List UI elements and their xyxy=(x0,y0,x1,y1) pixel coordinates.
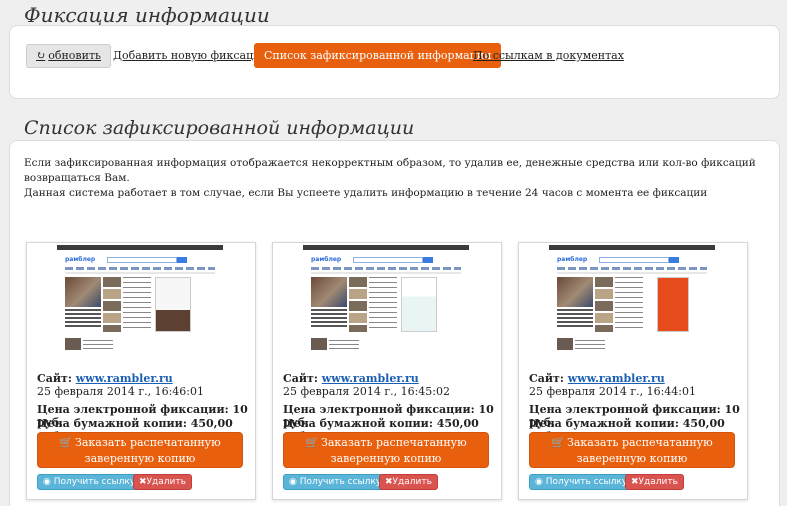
page-screenshot-thumbnail[interactable]: рамблер xyxy=(549,245,715,365)
close-icon: ✖ xyxy=(139,477,147,487)
document-links-link[interactable]: По ссылкам в документах xyxy=(473,49,624,62)
order-copy-button[interactable]: 🛒 Заказать распечатанную заверенную копию xyxy=(283,432,489,468)
close-icon: ✖ xyxy=(385,477,393,487)
list-panel: Если зафиксированная информация отобража… xyxy=(9,140,780,506)
page-screenshot-thumbnail[interactable]: рамблер xyxy=(57,245,223,365)
get-link-button[interactable]: ◉ Получить ссылку xyxy=(37,474,142,490)
get-link-button[interactable]: ◉ Получить ссылку xyxy=(529,474,634,490)
fixation-card: рамблер Сайт: www.rambler.ru 25 февраля … xyxy=(26,242,256,500)
delete-button[interactable]: ✖Удалить xyxy=(625,474,684,490)
eye-icon: ◉ xyxy=(289,477,297,487)
notice-text: Если зафиксированная информация отобража… xyxy=(24,157,756,199)
refresh-button[interactable]: ↻ обновить xyxy=(26,44,112,68)
site-line: Сайт: www.rambler.ru xyxy=(37,372,173,385)
eye-icon: ◉ xyxy=(43,477,51,487)
close-icon: ✖ xyxy=(631,477,639,487)
delete-button[interactable]: ✖Удалить xyxy=(379,474,438,490)
cart-icon: 🛒 xyxy=(551,436,565,449)
order-copy-button[interactable]: 🛒 Заказать распечатанную заверенную копию xyxy=(529,432,735,468)
tab-fixed-list[interactable]: Список зафиксированной информации xyxy=(254,43,502,68)
site-link[interactable]: www.rambler.ru xyxy=(76,372,173,385)
site-link[interactable]: www.rambler.ru xyxy=(322,372,419,385)
fixation-date: 25 февраля 2014 г., 16:45:02 xyxy=(283,385,450,398)
add-fixation-link[interactable]: Добавить новую фиксацию xyxy=(113,49,270,62)
site-line: Сайт: www.rambler.ru xyxy=(529,372,665,385)
toolbar-panel: ↻ обновить Добавить новую фиксацию Списо… xyxy=(9,25,780,99)
eye-icon: ◉ xyxy=(535,477,543,487)
fixation-date: 25 февраля 2014 г., 16:46:01 xyxy=(37,385,204,398)
site-line: Сайт: www.rambler.ru xyxy=(283,372,419,385)
order-copy-button[interactable]: 🛒 Заказать распечатанную заверенную копию xyxy=(37,432,243,468)
refresh-icon: ↻ xyxy=(36,49,46,62)
refresh-label: обновить xyxy=(48,49,102,62)
page-screenshot-thumbnail[interactable]: рамблер xyxy=(303,245,469,365)
section-title: Список зафиксированной информации xyxy=(24,117,415,139)
site-link[interactable]: www.rambler.ru xyxy=(568,372,665,385)
fixation-card: рамблер Сайт: www.rambler.ru 25 февраля … xyxy=(272,242,502,500)
cart-icon: 🛒 xyxy=(59,436,73,449)
page-title: Фиксация информации xyxy=(24,3,270,27)
fixation-date: 25 февраля 2014 г., 16:44:01 xyxy=(529,385,696,398)
fixation-card: рамблер Сайт: www.rambler.ru 25 февраля … xyxy=(518,242,748,500)
cart-icon: 🛒 xyxy=(305,436,319,449)
delete-button[interactable]: ✖Удалить xyxy=(133,474,192,490)
get-link-button[interactable]: ◉ Получить ссылку xyxy=(283,474,388,490)
